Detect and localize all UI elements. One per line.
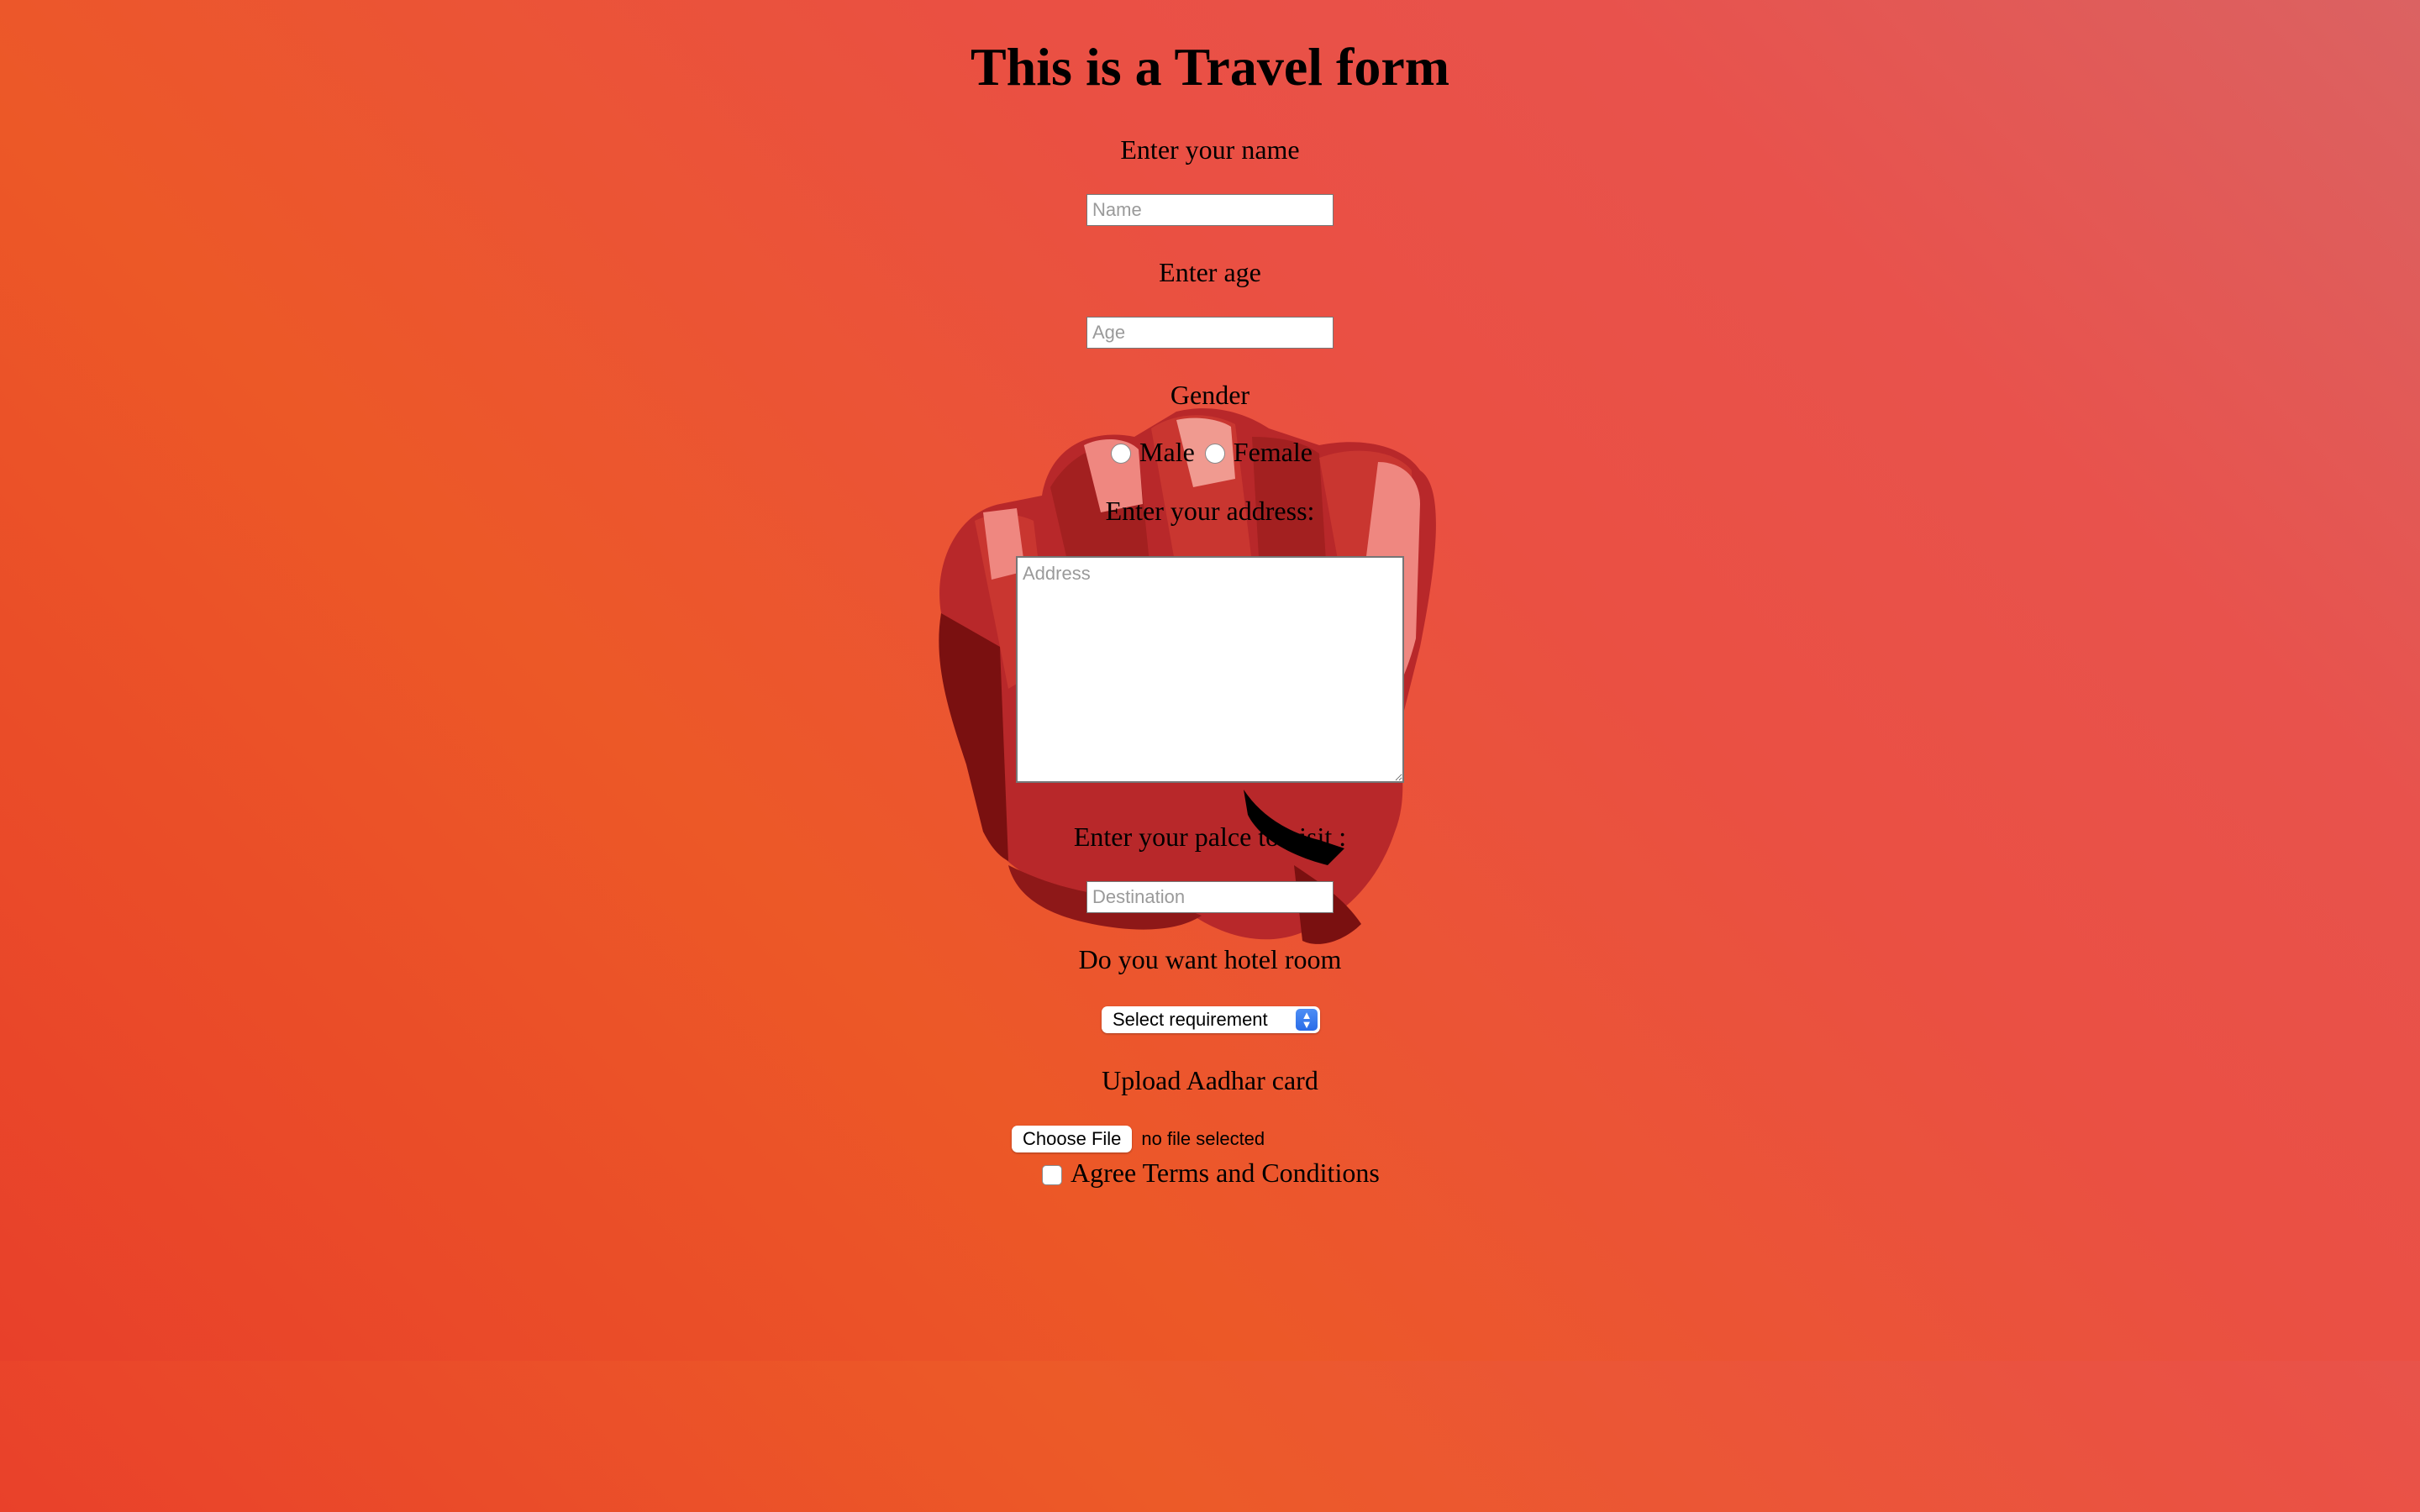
male-radio-label: Male — [1139, 437, 1195, 467]
gender-label: Gender — [1170, 380, 1250, 410]
terms-checkbox[interactable] — [1042, 1165, 1062, 1185]
form-title: This is a Travel form — [970, 37, 1450, 97]
female-radio[interactable] — [1204, 444, 1225, 464]
address-label: Enter your address: — [1105, 496, 1315, 526]
destination-label: Enter your palce to visit : — [1073, 822, 1347, 852]
terms-row: Agree Terms and Conditions — [1040, 1156, 1380, 1189]
gender-radio-group: Male Female — [0, 435, 2420, 469]
address-textarea[interactable] — [1016, 556, 1404, 783]
hotel-requirement-select[interactable]: Select requirement ▲ ▼ — [1102, 1006, 1320, 1033]
hotel-select-value: Select requirement — [1113, 1009, 1268, 1030]
male-radio[interactable] — [1111, 444, 1132, 464]
select-arrows-icon: ▲ ▼ — [1296, 1009, 1318, 1031]
hotel-label: Do you want hotel room — [1078, 944, 1342, 974]
name-input[interactable] — [1086, 194, 1334, 226]
age-label: Enter age — [1159, 257, 1261, 287]
age-input[interactable] — [1086, 317, 1334, 349]
terms-label: Agree Terms and Conditions — [1071, 1158, 1380, 1188]
name-label: Enter your name — [1120, 134, 1300, 165]
female-radio-label: Female — [1233, 437, 1313, 467]
file-status: no file selected — [1141, 1128, 1265, 1149]
aadhar-label: Upload Aadhar card — [1102, 1065, 1318, 1095]
choose-file-button[interactable]: Choose File — [1012, 1126, 1133, 1152]
destination-input[interactable] — [1086, 881, 1334, 913]
file-upload: Choose File no file selected — [1012, 1126, 1265, 1152]
